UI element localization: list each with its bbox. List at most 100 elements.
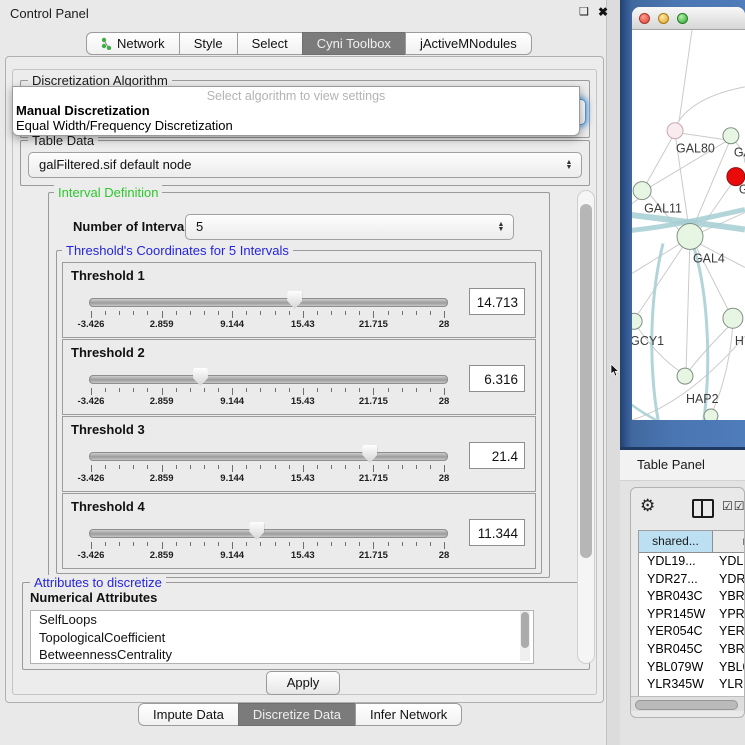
apply-button[interactable]: Apply [266, 671, 340, 695]
table-row[interactable]: YDR27...YDR2 [639, 571, 745, 589]
close-traffic-light-icon[interactable] [639, 13, 650, 24]
tick-mark [133, 465, 134, 469]
table-header-row: shared... na [639, 531, 745, 553]
tick-mark [275, 311, 276, 315]
stepper-icon[interactable]: ▲▼ [496, 222, 506, 232]
column-layout-icon[interactable] [692, 499, 714, 518]
slider-track[interactable] [89, 375, 448, 384]
threshold-value-field[interactable]: 6.316 [469, 365, 525, 392]
network-node-green[interactable] [677, 368, 693, 384]
tick-mark [331, 311, 332, 315]
tick-mark [246, 542, 247, 546]
table-cell[interactable]: YDL19... [639, 553, 713, 571]
network-node-green[interactable] [723, 308, 743, 328]
table-row[interactable]: YLR345WYLR3 [639, 676, 745, 694]
tick-mark [246, 465, 247, 469]
table-row[interactable]: YBL079WYBL0 [639, 659, 745, 677]
network-window-titlebar[interactable] [632, 7, 745, 30]
table-cell[interactable]: YLR345W [639, 676, 713, 694]
dropdown-item-manual[interactable]: Manual Discretization [16, 103, 150, 118]
numerical-attributes-list[interactable]: SelfLoopsTopologicalCoefficientBetweenne… [30, 610, 534, 664]
attribute-item[interactable]: TopologicalCoefficient [31, 629, 533, 647]
tab-cyni-toolbox[interactable]: Cyni Toolbox [302, 32, 406, 55]
tab-network[interactable]: Network [86, 32, 180, 55]
table-panel-titlebar: Table Panel [620, 450, 745, 481]
table-cell[interactable]: YDR27... [639, 571, 713, 589]
tick-mark [416, 465, 417, 469]
tick-mark [345, 388, 346, 392]
table-cell[interactable]: YBL079W [639, 659, 713, 677]
tick-mark [232, 465, 233, 472]
network-node-label: G [739, 183, 745, 197]
table-hscrollbar-track[interactable] [631, 696, 744, 711]
table-cell[interactable]: YBR0 [713, 588, 745, 606]
attributes-group-title: Attributes to discretize [30, 575, 166, 590]
tab-jactivemnodules[interactable]: jActiveMNodules [405, 32, 532, 55]
num-intervals-combo[interactable]: 5 ▲▼ [185, 214, 514, 240]
network-node-label: GAL80 [676, 142, 715, 156]
network-canvas[interactable]: GAL80GAGGAL11GAL4GCY1HHAP2 [632, 30, 745, 420]
table-row[interactable]: YBR045CYBR0 [639, 641, 745, 659]
header-name[interactable]: na [713, 531, 745, 553]
tick-mark [218, 388, 219, 392]
network-node-green[interactable] [677, 224, 703, 250]
attribute-item[interactable]: BetweennessCentrality [31, 646, 533, 664]
stepper-icon[interactable]: ▲▼ [564, 160, 574, 170]
network-node-green[interactable] [704, 409, 718, 420]
table-row[interactable]: YER054CYER0 [639, 623, 745, 641]
tick-label: 21.715 [350, 396, 396, 407]
table-cell[interactable]: YDL1 [713, 553, 745, 571]
threshold-value-field[interactable]: 14.713 [469, 288, 525, 315]
tick-mark [91, 542, 92, 549]
table-cell[interactable]: YPR145W [639, 606, 713, 624]
tab-infer-network[interactable]: Infer Network [355, 703, 462, 726]
network-node-green[interactable] [723, 128, 739, 144]
network-node-green[interactable] [633, 182, 651, 200]
tick-label: 15.43 [280, 550, 326, 561]
tab-label: Select [252, 36, 288, 51]
tick-label: 28 [421, 319, 467, 330]
table-hscrollbar-thumb[interactable] [635, 700, 738, 710]
tick-mark [218, 465, 219, 469]
tick-mark [176, 542, 177, 546]
thresholds-group-title: Threshold's Coordinates for 5 Intervals [62, 243, 293, 258]
slider-track[interactable] [89, 298, 448, 307]
table-cell[interactable]: YBR0 [713, 641, 745, 659]
table-cell[interactable]: YER0 [713, 623, 745, 641]
panel-scrollbar-thumb[interactable] [580, 204, 592, 558]
slider-track[interactable] [89, 529, 448, 538]
network-node-pink[interactable] [667, 123, 683, 139]
attributes-scrollbar-thumb[interactable] [521, 612, 529, 648]
attribute-item[interactable]: SelfLoops [31, 611, 533, 629]
table-data-combo[interactable]: galFiltered.sif default node ▲▼ [28, 152, 582, 178]
table-cell[interactable]: YLR3 [713, 676, 745, 694]
table-cell[interactable]: YDR2 [713, 571, 745, 589]
tab-discretize-data[interactable]: Discretize Data [238, 703, 356, 726]
tab-select[interactable]: Select [237, 32, 303, 55]
table-row[interactable]: YPR145WYPR1 [639, 606, 745, 624]
table-cell[interactable]: YBL0 [713, 659, 745, 677]
close-window-icon[interactable]: ✖ [598, 5, 608, 19]
threshold-value-field[interactable]: 11.344 [469, 519, 525, 546]
tab-style[interactable]: Style [179, 32, 238, 55]
zoom-traffic-light-icon[interactable] [677, 13, 688, 24]
tick-mark [246, 311, 247, 315]
slider-track[interactable] [89, 452, 448, 461]
tab-impute-data[interactable]: Impute Data [138, 703, 239, 726]
tick-mark [359, 388, 360, 392]
threshold-value-field[interactable]: 21.4 [469, 442, 525, 469]
gear-icon[interactable]: ⚙ [640, 496, 655, 516]
table-row[interactable]: YDL19...YDL1 [639, 553, 745, 571]
table-cell[interactable]: YER054C [639, 623, 713, 641]
table-cell[interactable]: YBR043C [639, 588, 713, 606]
minimize-traffic-light-icon[interactable] [658, 13, 669, 24]
dropdown-item-equal-width[interactable]: Equal Width/Frequency Discretization [16, 118, 233, 133]
checkbox-pair-icon[interactable]: ☑☑ [722, 499, 745, 513]
tick-label: 2.859 [139, 473, 185, 484]
float-window-icon[interactable]: ❑ [579, 5, 589, 18]
table-row[interactable]: YBR043CYBR0 [639, 588, 745, 606]
network-node-green[interactable] [632, 313, 642, 329]
table-cell[interactable]: YBR045C [639, 641, 713, 659]
table-cell[interactable]: YPR1 [713, 606, 745, 624]
header-shared-name[interactable]: shared... [639, 531, 713, 553]
